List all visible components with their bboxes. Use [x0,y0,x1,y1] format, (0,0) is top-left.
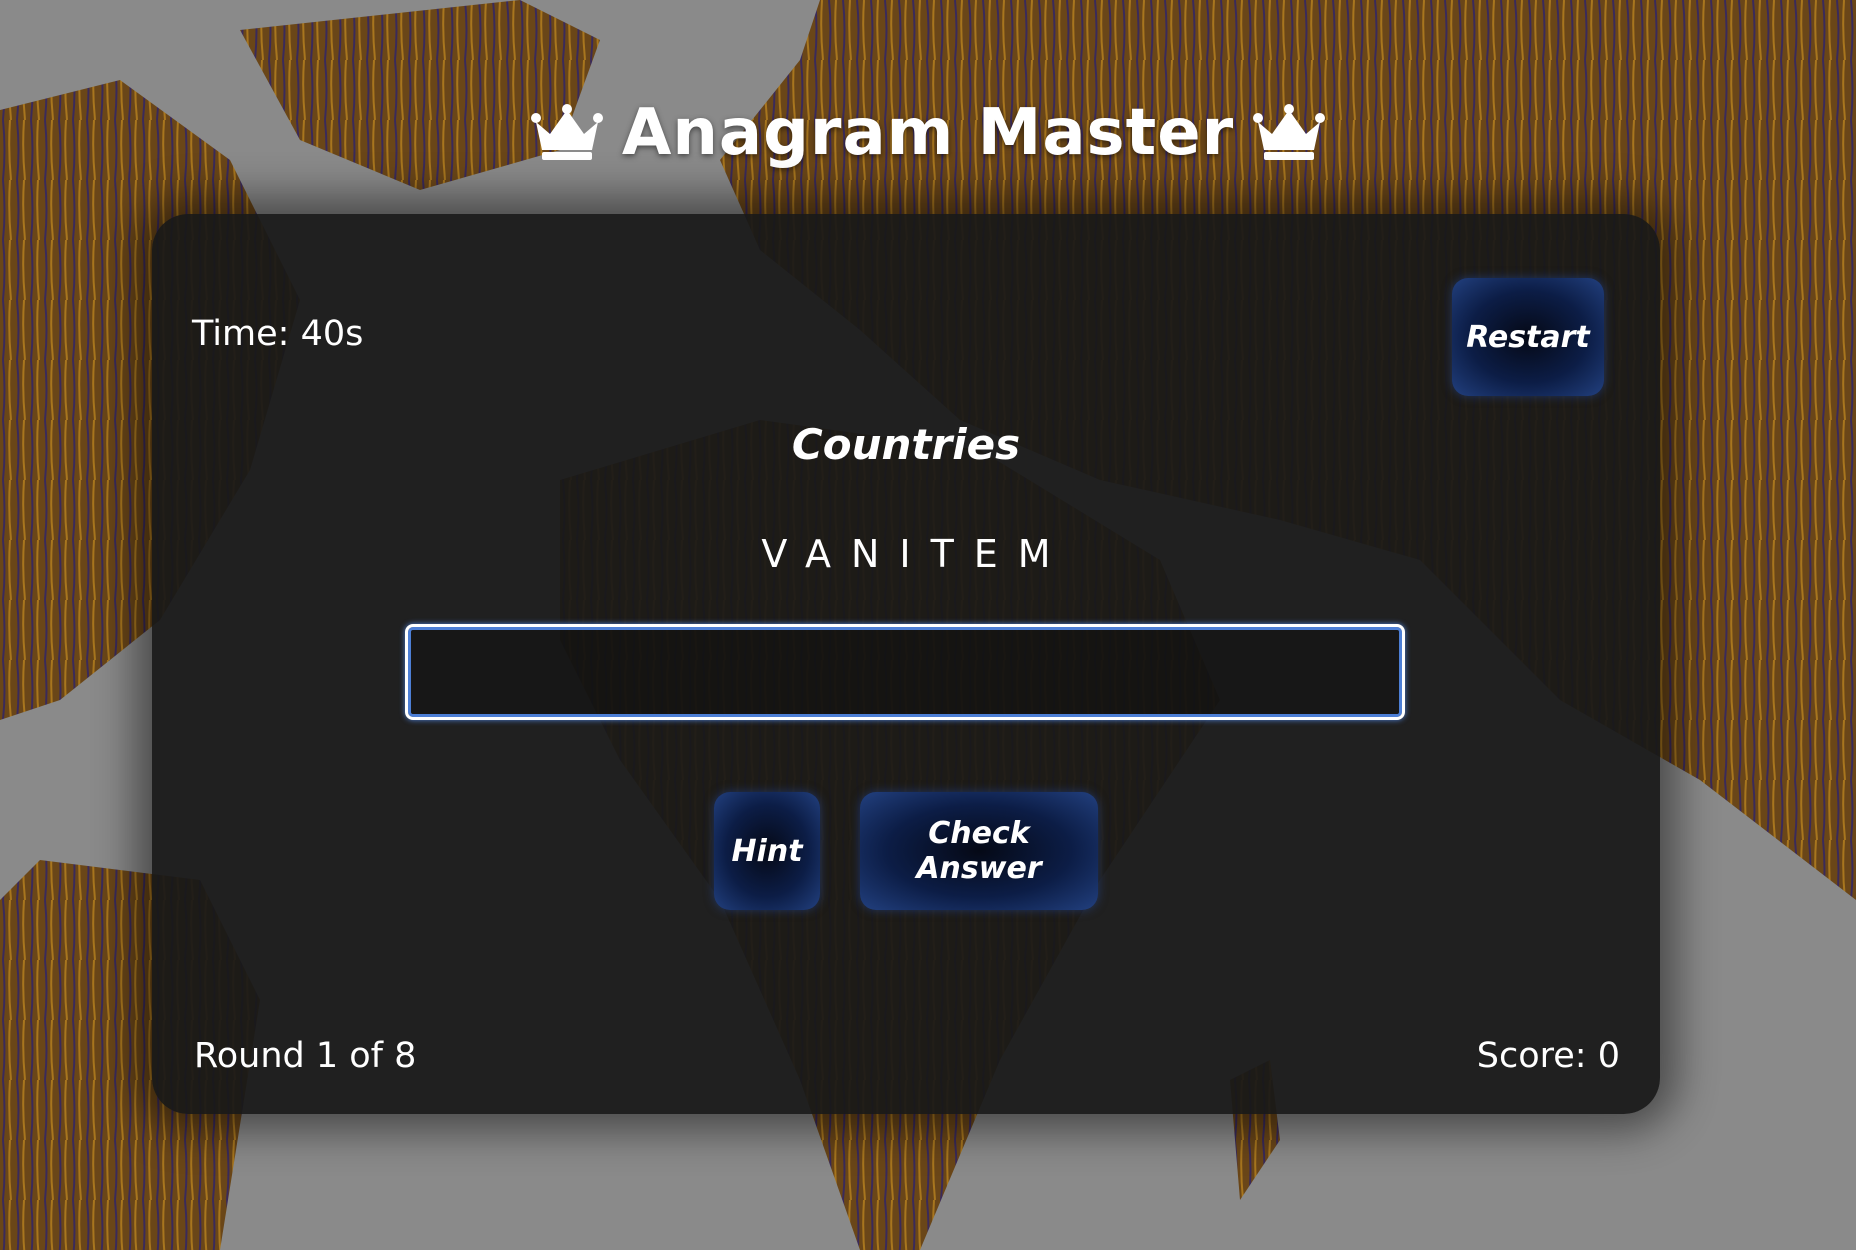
hint-button[interactable]: Hint [714,792,820,910]
score-display: Score: 0 [1476,1036,1620,1076]
title-text: Anagram Master [621,96,1235,170]
crown-icon [530,104,603,160]
restart-button[interactable]: Restart [1452,278,1604,396]
scrambled-word: VANITEM [761,532,1071,576]
answer-input[interactable] [405,624,1405,720]
crown-icon [1253,104,1326,160]
game-title: Anagram Master [0,96,1856,170]
round-counter: Round 1 of 8 [194,1036,417,1076]
check-answer-button[interactable]: Check Answer [860,792,1098,910]
game-panel: Time: 40s Restart Countries VANITEM Hint… [152,214,1660,1114]
category-label: Countries [791,420,1021,469]
timer-display: Time: 40s [192,314,364,354]
